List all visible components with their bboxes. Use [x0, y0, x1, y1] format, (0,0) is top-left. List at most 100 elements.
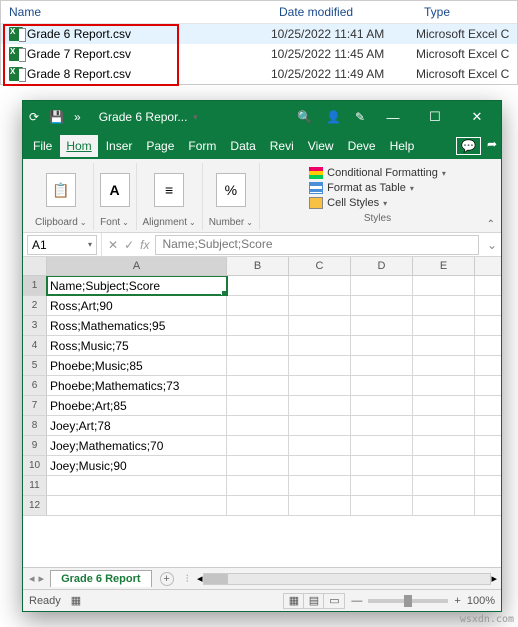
paste-button[interactable]: 📋 [46, 173, 76, 207]
menu-developer[interactable]: Deve [342, 135, 382, 157]
cell[interactable] [227, 476, 289, 495]
cell[interactable]: Ross;Music;75 [47, 336, 227, 355]
cell[interactable] [413, 496, 475, 515]
col-header[interactable]: E [413, 257, 475, 275]
cell[interactable]: Ross;Mathematics;95 [47, 316, 227, 335]
col-header[interactable]: B [227, 257, 289, 275]
number-button[interactable]: % [216, 173, 246, 207]
launcher-icon[interactable]: ⌄ [246, 218, 253, 227]
cell[interactable] [413, 296, 475, 315]
cell[interactable] [351, 356, 413, 375]
cell[interactable] [351, 456, 413, 475]
zoom-slider[interactable] [368, 599, 448, 603]
font-button[interactable]: A [100, 173, 130, 207]
macro-icon[interactable]: ▦ [71, 594, 81, 607]
row-header[interactable]: 5 [23, 356, 47, 375]
row-header[interactable]: 11 [23, 476, 47, 495]
cell[interactable] [289, 276, 351, 295]
formula-input[interactable]: Name;Subject;Score [155, 235, 478, 255]
col-header[interactable]: C [289, 257, 351, 275]
cell[interactable] [351, 436, 413, 455]
cell-styles-button[interactable]: Cell Styles ▾ [309, 197, 387, 209]
name-box[interactable]: A1▾ [27, 235, 97, 255]
cell[interactable] [289, 356, 351, 375]
cell[interactable] [351, 376, 413, 395]
row-header[interactable]: 8 [23, 416, 47, 435]
cell[interactable] [289, 496, 351, 515]
cell[interactable]: Phoebe;Art;85 [47, 396, 227, 415]
format-as-table-button[interactable]: Format as Table ▾ [309, 182, 414, 194]
cell[interactable]: Ross;Art;90 [47, 296, 227, 315]
cell[interactable] [351, 496, 413, 515]
cell[interactable] [413, 376, 475, 395]
fx-icon[interactable]: fx [140, 238, 149, 252]
cell[interactable]: Joey;Mathematics;70 [47, 436, 227, 455]
cell[interactable] [289, 316, 351, 335]
draw-icon[interactable]: ✎ [355, 110, 365, 124]
cell[interactable] [227, 416, 289, 435]
launcher-icon[interactable]: ⌄ [189, 218, 196, 227]
cell[interactable] [413, 276, 475, 295]
cell[interactable] [351, 396, 413, 415]
cell[interactable]: Joey;Music;90 [47, 456, 227, 475]
zoom-out-button[interactable]: — [351, 595, 362, 607]
new-sheet-button[interactable]: + [160, 572, 174, 586]
cell[interactable] [227, 496, 289, 515]
cell[interactable] [289, 396, 351, 415]
cancel-icon[interactable]: ✕ [108, 238, 118, 252]
cell[interactable]: Phoebe;Mathematics;73 [47, 376, 227, 395]
col-header-name[interactable]: Name [9, 5, 279, 19]
cell[interactable] [351, 476, 413, 495]
tab-next-icon[interactable]: ▸ [39, 572, 45, 585]
cell[interactable] [289, 456, 351, 475]
col-header-date[interactable]: Date modified [279, 5, 424, 19]
close-button[interactable]: ✕ [463, 109, 491, 125]
zoom-level[interactable]: 100% [467, 595, 495, 607]
cell[interactable]: Name;Subject;Score [47, 276, 227, 295]
alignment-button[interactable]: ≡ [154, 173, 184, 207]
cell[interactable] [413, 316, 475, 335]
cell[interactable] [351, 276, 413, 295]
autosave-icon[interactable]: ⟳ [29, 110, 39, 124]
menu-data[interactable]: Data [224, 135, 261, 157]
menu-home[interactable]: Hom [60, 135, 97, 157]
launcher-icon[interactable]: ⌄ [122, 218, 129, 227]
cell[interactable] [289, 416, 351, 435]
col-header[interactable]: A [47, 257, 227, 275]
cell[interactable] [227, 296, 289, 315]
scroll-right-icon[interactable]: ▸ [491, 572, 497, 585]
cell[interactable] [413, 336, 475, 355]
cell[interactable] [289, 296, 351, 315]
cell[interactable] [351, 316, 413, 335]
cell[interactable]: Phoebe;Music;85 [47, 356, 227, 375]
cell[interactable] [351, 336, 413, 355]
row-header[interactable]: 6 [23, 376, 47, 395]
title-dropdown-icon[interactable]: ▼ [191, 113, 199, 122]
page-break-button[interactable]: ▭ [324, 594, 344, 608]
cell[interactable] [413, 416, 475, 435]
file-row[interactable]: Grade 8 Report.csv 10/25/2022 11:49 AM M… [1, 64, 517, 84]
cell[interactable] [413, 476, 475, 495]
minimize-button[interactable]: — [379, 110, 407, 125]
cell[interactable] [413, 396, 475, 415]
cell[interactable] [47, 476, 227, 495]
conditional-formatting-button[interactable]: Conditional Formatting ▾ [309, 167, 446, 179]
cell[interactable] [227, 356, 289, 375]
menu-page[interactable]: Page [140, 135, 180, 157]
comments-icon[interactable]: 💬 [456, 137, 481, 155]
menu-file[interactable]: File [27, 135, 58, 157]
maximize-button[interactable]: ☐ [421, 109, 449, 125]
file-row[interactable]: Grade 6 Report.csv 10/25/2022 11:41 AM M… [1, 24, 517, 44]
col-header[interactable]: D [351, 257, 413, 275]
normal-view-button[interactable]: ▦ [284, 594, 304, 608]
cell[interactable] [351, 296, 413, 315]
row-header[interactable]: 10 [23, 456, 47, 475]
cell[interactable] [47, 496, 227, 515]
h-scrollbar[interactable] [203, 573, 492, 585]
tab-prev-icon[interactable]: ◂ [29, 572, 35, 585]
cell[interactable] [227, 436, 289, 455]
row-header[interactable]: 7 [23, 396, 47, 415]
expand-formula-icon[interactable]: ⌄ [483, 238, 501, 252]
cell[interactable]: Joey;Art;78 [47, 416, 227, 435]
search-icon[interactable]: 🔍 [297, 110, 312, 124]
